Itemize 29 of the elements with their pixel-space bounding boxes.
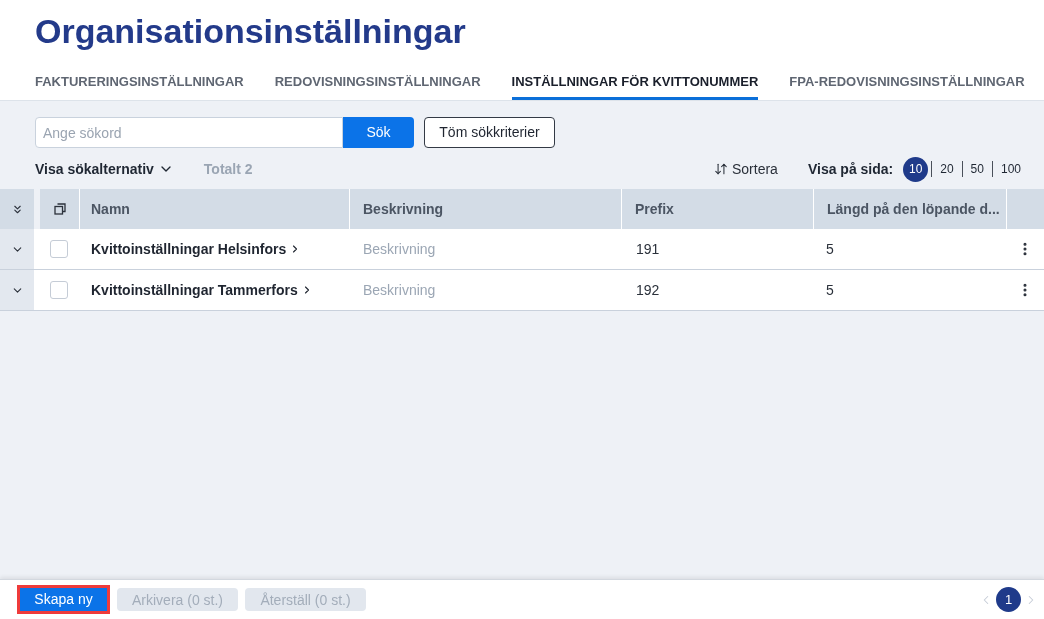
page-size-option[interactable]: 100 <box>992 156 1029 182</box>
description-cell-text: Beskrivning <box>363 280 436 300</box>
length-cell-text: 5 <box>826 280 834 300</box>
page-button[interactable]: 1 <box>996 587 1021 612</box>
tab[interactable]: FAKTURERINGSINSTÄLLNINGAR <box>35 62 244 100</box>
stacked-squares-icon[interactable] <box>53 203 66 215</box>
search-field[interactable]: Ange sökord <box>35 117 343 148</box>
row-checkbox[interactable] <box>50 281 68 299</box>
create-button[interactable]: Skapa ny <box>17 585 110 614</box>
page-size-label: Visa på sida: <box>807 159 894 179</box>
tab[interactable]: REDOVISNINGSINSTÄLLNINGAR <box>274 62 481 100</box>
tab[interactable]: FPA-REDOVISNINGSINSTÄLLNINGAR <box>789 62 1025 100</box>
description-cell-text: Beskrivning <box>363 239 436 259</box>
row-name-link[interactable]: Kvittoinställningar Helsinfors <box>91 238 302 260</box>
search-options-toggle[interactable]: Visa sökalternativ <box>35 158 174 180</box>
page-size-option[interactable]: 10 <box>903 156 929 182</box>
search-button[interactable]: Sök <box>343 117 414 148</box>
sort-arrows-icon <box>714 162 728 176</box>
page-size-option[interactable]: 50 <box>962 156 992 182</box>
page-title: Organisationsinställningar <box>35 14 466 48</box>
total-count: Totalt 2 <box>203 159 253 179</box>
row-checkbox[interactable] <box>50 240 68 258</box>
prefix-cell-text: 192 <box>636 280 660 300</box>
page-size-option[interactable]: 20 <box>932 156 962 182</box>
clear-button[interactable]: Töm sökkriterier <box>424 117 555 148</box>
prefix-cell-text: 191 <box>636 239 660 259</box>
length-cell-text: 5 <box>826 239 834 259</box>
sort-button[interactable]: Sortera <box>714 158 778 180</box>
row-name-link[interactable]: Kvittoinställningar Tammerfors <box>91 279 313 301</box>
